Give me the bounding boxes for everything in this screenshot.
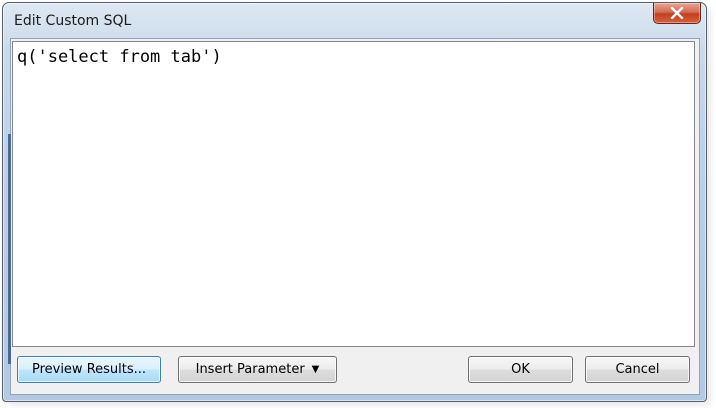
close-button[interactable] [653, 3, 701, 24]
ok-label: OK [511, 362, 530, 377]
dialog-window: Edit Custom SQL q('select from tab') Pre… [2, 2, 707, 402]
dialog-client-area: q('select from tab') Preview Results... … [8, 38, 700, 395]
preview-results-label: Preview Results... [31, 362, 147, 377]
cancel-button[interactable]: Cancel [585, 356, 690, 383]
insert-parameter-button[interactable]: Insert Parameter ▼ [178, 356, 337, 383]
ok-button[interactable]: OK [468, 356, 573, 383]
insert-parameter-label: Insert Parameter [195, 362, 305, 377]
preview-results-button[interactable]: Preview Results... [17, 356, 161, 383]
screen: Edit Custom SQL q('select from tab') Pre… [0, 0, 716, 408]
title-bar[interactable]: Edit Custom SQL [3, 3, 706, 41]
caret-down-icon: ▼ [311, 364, 320, 375]
cancel-label: Cancel [615, 362, 660, 377]
left-accent [8, 134, 11, 364]
close-icon [670, 7, 684, 19]
sql-editor[interactable]: q('select from tab') [12, 41, 695, 347]
window-title: Edit Custom SQL [14, 13, 132, 29]
